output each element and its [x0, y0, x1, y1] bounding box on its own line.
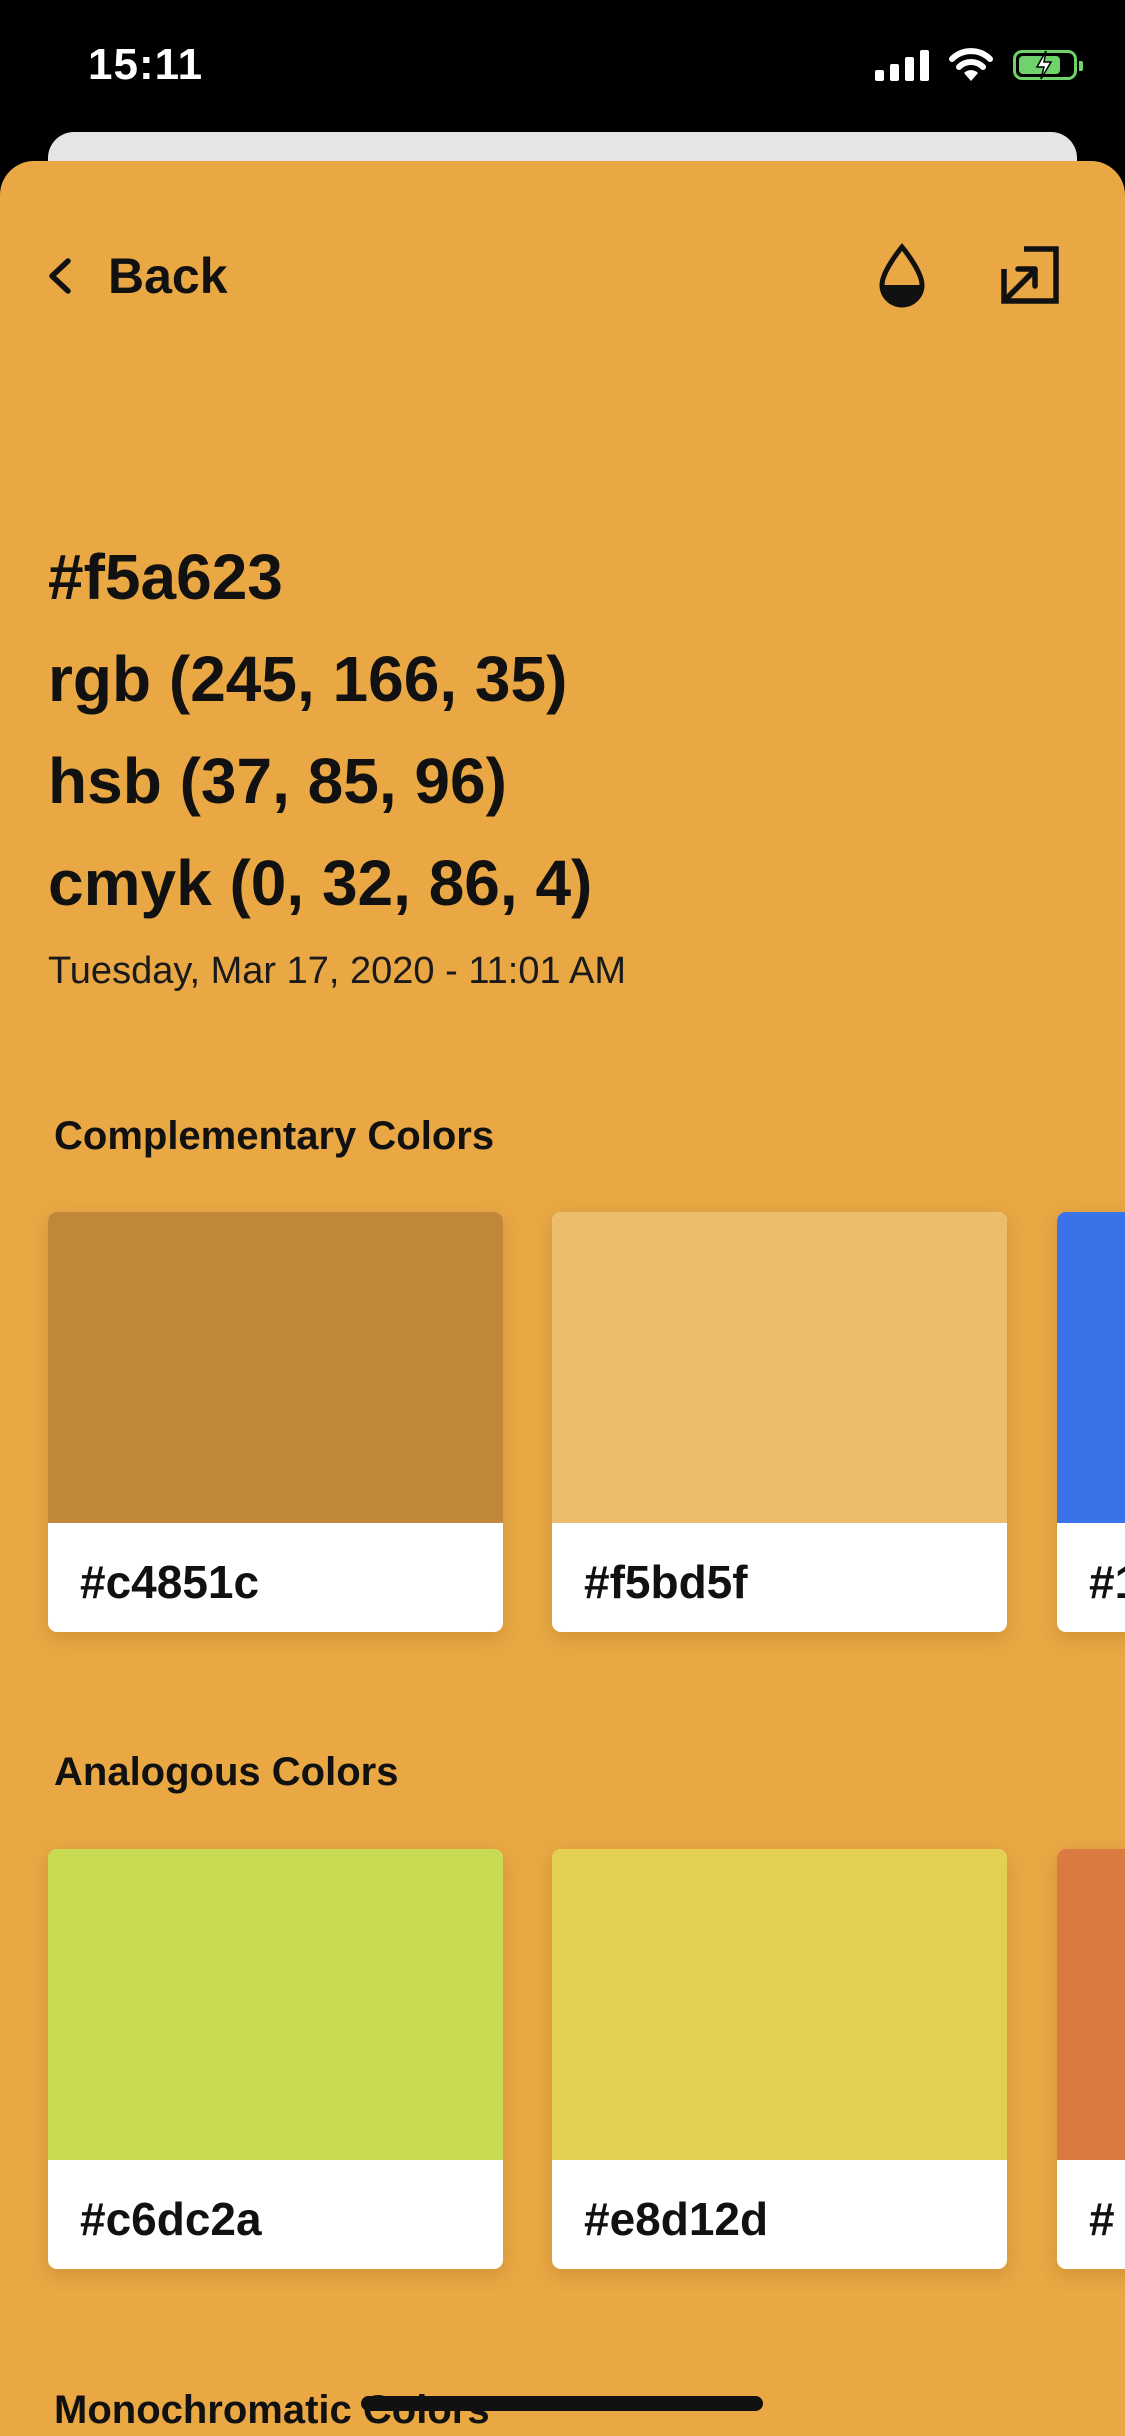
- swatch-hex-label: #c4851c: [80, 1556, 260, 1608]
- analogous-swatch-row[interactable]: #c6dc2a #e8d12d #: [48, 1849, 1125, 2269]
- wifi-icon: [949, 48, 993, 81]
- swatch-card[interactable]: #f5bd5f: [552, 1212, 1007, 1632]
- swatch-card[interactable]: #: [1057, 1849, 1125, 2269]
- export-icon[interactable]: [998, 243, 1064, 309]
- swatch-hex-label: #e8d12d: [584, 2193, 769, 2245]
- chevron-left-icon: [49, 258, 71, 294]
- saved-timestamp: Tuesday, Mar 17, 2020 - 11:01 AM: [48, 950, 627, 992]
- hex-value: #f5a623: [48, 541, 283, 613]
- color-values: #f5a623 rgb (245, 166, 35) hsb (37, 85, …: [48, 526, 1088, 993]
- swatch-color: [48, 1212, 503, 1523]
- swatch-card[interactable]: #c4851c: [48, 1212, 503, 1632]
- hsb-value: hsb (37, 85, 96): [48, 745, 507, 817]
- swatch-hex-label: #c6dc2a: [80, 2193, 262, 2245]
- swatch-card[interactable]: #c6dc2a: [48, 1849, 503, 2269]
- rgb-value: rgb (245, 166, 35): [48, 643, 568, 715]
- swatch-hex-label: #1: [1089, 1556, 1125, 1608]
- swatch-color: [552, 1849, 1007, 2160]
- cmyk-value: cmyk (0, 32, 86, 4): [48, 847, 593, 919]
- swatch-hex-label: #f5bd5f: [584, 1556, 748, 1608]
- status-time: 15:11: [88, 40, 204, 89]
- swatch-card[interactable]: #e8d12d: [552, 1849, 1007, 2269]
- drop-icon[interactable]: [872, 243, 932, 309]
- swatch-color: [1057, 1212, 1125, 1523]
- swatch-hex-label: #: [1089, 2193, 1115, 2245]
- complementary-swatch-row[interactable]: #c4851c #f5bd5f #1: [48, 1212, 1125, 1632]
- status-bar: 15:11: [0, 0, 1125, 135]
- home-indicator[interactable]: [361, 2396, 763, 2411]
- back-button[interactable]: Back: [44, 231, 228, 321]
- swatch-card[interactable]: #1: [1057, 1212, 1125, 1632]
- back-label: Back: [108, 248, 228, 304]
- swatch-color: [1057, 1849, 1125, 2160]
- nav-bar: Back: [0, 231, 1125, 321]
- section-title-analogous: Analogous Colors: [54, 1750, 399, 1794]
- swatch-color: [48, 1849, 503, 2160]
- battery-icon: [1013, 50, 1083, 80]
- signal-icon: [875, 49, 929, 81]
- status-icons: [875, 48, 1083, 82]
- color-detail-sheet: Back #f5a623 rgb (245, 166, 35) hsb (37,…: [0, 161, 1125, 2436]
- swatch-color: [552, 1212, 1007, 1523]
- section-title-complementary: Complementary Colors: [54, 1114, 495, 1158]
